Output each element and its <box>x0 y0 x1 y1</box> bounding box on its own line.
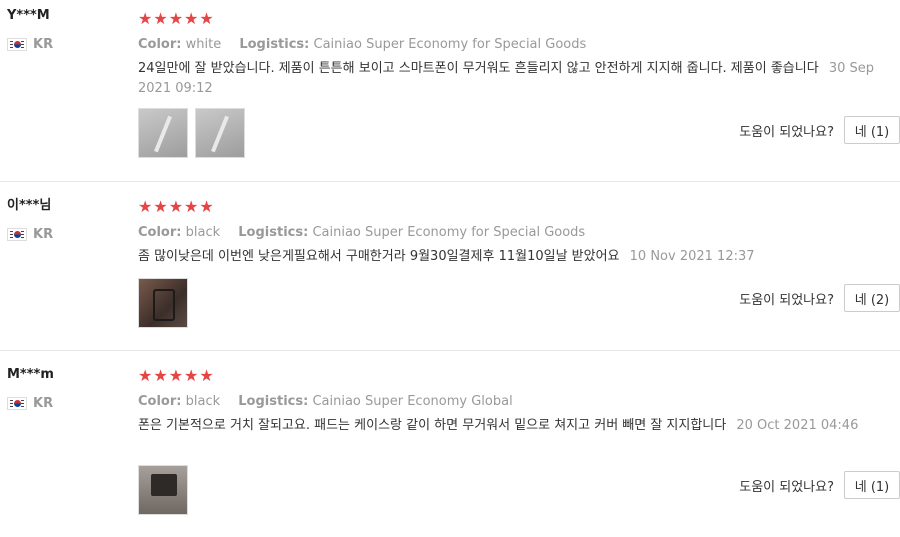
review-photo-thumbnail[interactable] <box>138 465 188 515</box>
korea-flag-icon <box>7 38 27 51</box>
review-date: 20 Oct 2021 04:46 <box>736 418 859 433</box>
review-photo-thumbnail[interactable] <box>138 278 188 328</box>
logistics-label: Logistics: <box>238 394 309 409</box>
helpful-vote: 도움이 되었나요? 네 (2) <box>739 284 900 312</box>
country-code: KR <box>33 37 54 52</box>
star-rating: ★★★★★ <box>138 366 215 385</box>
helpful-vote: 도움이 되었나요? 네 (1) <box>739 116 900 144</box>
logistics-value: Cainiao Super Economy Global <box>312 394 513 409</box>
review-text: 폰은 기본적으로 거치 잘되고요. 패드는 케이스랑 같이 하면 무거워서 밑으… <box>138 418 727 433</box>
review-meta: Color: white Logistics: Cainiao Super Ec… <box>138 36 883 54</box>
helpful-vote: 도움이 되었나요? 네 (1) <box>739 471 900 499</box>
review-text: 24일만에 잘 받았습니다. 제품이 튼튼해 보이고 스마트폰이 무거워도 흔들… <box>138 61 819 76</box>
reviewer-name: 이***님 <box>7 198 52 213</box>
color-value: white <box>185 37 222 52</box>
helpful-question: 도움이 되었나요? <box>739 479 834 495</box>
helpful-yes-button[interactable]: 네 (1) <box>844 471 900 499</box>
review-photos <box>138 465 188 515</box>
color-label: Color: <box>138 37 182 52</box>
review-photo-thumbnail[interactable] <box>195 108 245 158</box>
reviewer-country: KR <box>7 396 127 411</box>
logistics-label: Logistics: <box>239 37 310 52</box>
reviewer-country: KR <box>7 227 127 242</box>
reviewer-info: Y***M KR <box>7 8 127 52</box>
review-content: ★★★★★ Color: black Logistics: Cainiao Su… <box>138 198 883 267</box>
star-rating: ★★★★★ <box>138 197 215 216</box>
review-photos <box>138 108 245 158</box>
review-meta: Color: black Logistics: Cainiao Super Ec… <box>138 393 883 411</box>
color-value: black <box>185 225 221 240</box>
star-rating: ★★★★★ <box>138 9 215 28</box>
reviewer-info: 이***님 KR <box>7 198 127 242</box>
color-label: Color: <box>138 394 182 409</box>
review-photo-thumbnail[interactable] <box>138 108 188 158</box>
helpful-yes-button[interactable]: 네 (1) <box>844 116 900 144</box>
review-item: M***m KR ★★★★★ Color: black Logistics: C… <box>0 351 900 537</box>
country-code: KR <box>33 227 54 242</box>
helpful-yes-button[interactable]: 네 (2) <box>844 284 900 312</box>
reviewer-country: KR <box>7 37 127 52</box>
logistics-value: Cainiao Super Economy for Special Goods <box>312 225 586 240</box>
review-text-block: 폰은 기본적으로 거치 잘되고요. 패드는 케이스랑 같이 하면 무거워서 밑으… <box>138 416 883 436</box>
reviewer-info: M***m KR <box>7 367 127 411</box>
helpful-question: 도움이 되었나요? <box>739 124 834 140</box>
logistics-label: Logistics: <box>238 225 309 240</box>
review-date: 10 Nov 2021 12:37 <box>629 249 755 264</box>
color-label: Color: <box>138 225 182 240</box>
review-meta: Color: black Logistics: Cainiao Super Ec… <box>138 224 883 242</box>
review-text-block: 24일만에 잘 받았습니다. 제품이 튼튼해 보이고 스마트폰이 무거워도 흔들… <box>138 59 883 99</box>
review-text-block: 좀 많이낮은데 이번엔 낮은게필요해서 구매한거라 9월30일결제후 11월10… <box>138 247 883 267</box>
korea-flag-icon <box>7 228 27 241</box>
review-item: 이***님 KR ★★★★★ Color: black Logistics: C… <box>0 182 900 351</box>
reviewer-name: M***m <box>7 367 54 382</box>
logistics-value: Cainiao Super Economy for Special Goods <box>313 37 587 52</box>
review-photos <box>138 278 188 328</box>
helpful-question: 도움이 되었나요? <box>739 292 834 308</box>
korea-flag-icon <box>7 397 27 410</box>
review-content: ★★★★★ Color: black Logistics: Cainiao Su… <box>138 367 883 436</box>
country-code: KR <box>33 396 54 411</box>
review-content: ★★★★★ Color: white Logistics: Cainiao Su… <box>138 10 883 99</box>
color-value: black <box>185 394 221 409</box>
reviewer-name: Y***M <box>7 8 50 23</box>
review-item: Y***M KR ★★★★★ Color: white Logistics: C… <box>0 0 900 182</box>
review-text: 좀 많이낮은데 이번엔 낮은게필요해서 구매한거라 9월30일결제후 11월10… <box>138 249 620 264</box>
